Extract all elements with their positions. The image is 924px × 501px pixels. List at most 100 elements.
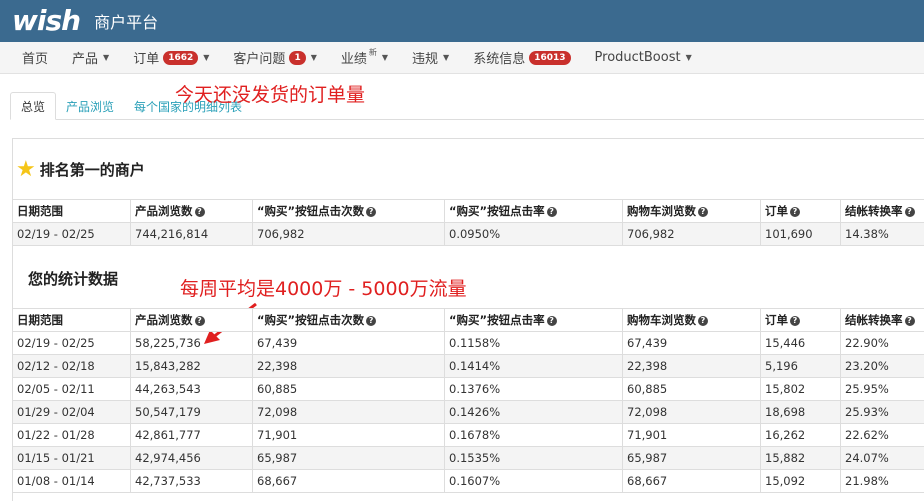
overview-tabs: 总览 产品浏览 每个国家的明细列表 [10, 92, 924, 120]
help-icon[interactable]: ? [904, 206, 915, 217]
nav-customer-issues[interactable]: 客户问题 1 ▼ [221, 42, 328, 74]
cell: 02/19 - 02/25 [12, 222, 131, 246]
cell: 706,982 [252, 222, 445, 246]
help-icon[interactable]: ? [698, 206, 708, 217]
cell: 42,861,777 [130, 423, 253, 447]
col-cart-views: 购物车浏览数? [622, 308, 761, 332]
cell: 5,196 [760, 354, 841, 378]
nav-performance[interactable]: 业绩 新 ▼ [329, 42, 400, 74]
caret-down-icon: ▼ [381, 53, 389, 62]
cell: 71,901 [622, 423, 761, 447]
cell: 0.1607% [444, 469, 623, 493]
table-row: 02/19 - 02/25 744,216,814 706,982 0.0950… [12, 222, 924, 246]
help-icon[interactable]: ? [904, 315, 915, 326]
cell: 0.1414% [444, 354, 623, 378]
cell: 0.0950% [444, 222, 623, 246]
cell: 02/12 - 02/18 [12, 354, 131, 378]
nav-violations[interactable]: 违规 ▼ [400, 42, 461, 74]
cell: 21.98% [840, 469, 924, 493]
cell: 101,690 [760, 222, 841, 246]
col-date-range: 日期范围 [12, 199, 131, 223]
your-stats-table: 日期范围 产品浏览数? “购买”按钮点击次数? “购买”按钮点击率? 购物车浏览… [12, 308, 924, 493]
tab-product-views[interactable]: 产品浏览 [56, 92, 124, 120]
nav-orders[interactable]: 订单 1662 ▼ [121, 42, 221, 74]
portal-title: 商户平台 [94, 13, 159, 32]
cell: 22,398 [252, 354, 445, 378]
nav-productboost[interactable]: ProductBoost ▼ [583, 42, 704, 74]
cell: 67,439 [622, 331, 761, 355]
cell: 0.1158% [444, 331, 623, 355]
nav-label: 首页 [22, 52, 49, 67]
table-row: 02/05 - 02/11 44,263,543 60,885 0.1376% … [12, 377, 924, 401]
caret-down-icon: ▼ [443, 53, 450, 62]
help-icon[interactable]: ? [194, 315, 205, 326]
orders-count-badge: 1662 [163, 50, 199, 65]
caret-down-icon: ▼ [310, 53, 317, 62]
help-icon[interactable]: ? [366, 206, 377, 217]
cell: 15,446 [760, 331, 841, 355]
cell: 0.1426% [444, 400, 623, 424]
table-row: 01/29 - 02/04 50,547,179 72,098 0.1426% … [12, 400, 924, 424]
help-icon[interactable]: ? [194, 206, 205, 217]
col-product-views: 产品浏览数? [130, 308, 253, 332]
cell: 60,885 [622, 377, 761, 401]
col-checkout-conversion: 结帐转换率? [840, 308, 924, 332]
star-icon: ★ [16, 157, 36, 182]
nav-label: 违规 [412, 52, 439, 67]
cell: 18,698 [760, 400, 841, 424]
cell: 22.62% [840, 423, 924, 447]
cell: 15,882 [760, 446, 841, 470]
cell: 0.1678% [444, 423, 623, 447]
col-orders: 订单? [760, 199, 841, 223]
help-icon[interactable]: ? [790, 206, 800, 217]
wish-logo[interactable]: wish [12, 0, 81, 42]
help-icon[interactable]: ? [698, 315, 708, 326]
cell: 23.20% [840, 354, 924, 378]
cell: 44,263,543 [130, 377, 253, 401]
cell: 01/29 - 02/04 [12, 400, 131, 424]
help-icon[interactable]: ? [366, 315, 377, 326]
col-product-views: 产品浏览数? [130, 199, 253, 223]
col-buy-clicks: “购买”按钮点击次数? [252, 199, 445, 223]
cell: 15,802 [760, 377, 841, 401]
col-cart-views: 购物车浏览数? [622, 199, 761, 223]
caret-down-icon: ▼ [103, 53, 110, 62]
col-checkout-conversion: 结帐转换率? [840, 199, 924, 223]
cell: 60,885 [252, 377, 445, 401]
cell: 01/22 - 01/28 [12, 423, 131, 447]
col-orders: 订单? [760, 308, 841, 332]
table-row: 02/19 - 02/25 58,225,736 67,439 0.1158% … [12, 331, 924, 355]
tab-overview[interactable]: 总览 [10, 92, 57, 120]
col-date-range: 日期范围 [12, 308, 131, 332]
help-icon[interactable]: ? [790, 315, 800, 326]
cell: 744,216,814 [130, 222, 253, 246]
cell: 22,398 [622, 354, 761, 378]
cell: 50,547,179 [130, 400, 253, 424]
nav-products[interactable]: 产品 ▼ [60, 42, 121, 74]
cell: 16,262 [760, 423, 841, 447]
help-icon[interactable]: ? [546, 315, 557, 326]
new-marker: 新 [368, 48, 377, 57]
section-title-text: 排名第一的商户 [39, 161, 145, 179]
main-nav: 首页 产品 ▼ 订单 1662 ▼ 客户问题 1 ▼ 业绩 新 ▼ 违规 ▼ 系… [0, 42, 924, 74]
cell: 0.1376% [444, 377, 623, 401]
cell: 706,982 [622, 222, 761, 246]
caret-down-icon: ▼ [685, 53, 692, 62]
top-merchant-title: ★ 排名第一的商户 [16, 157, 145, 182]
issues-count-badge: 1 [289, 50, 306, 65]
table-row: 01/08 - 01/14 42,737,533 68,667 0.1607% … [12, 469, 924, 493]
nav-label: 客户问题 [233, 52, 286, 67]
cell: 24.07% [840, 446, 924, 470]
help-icon[interactable]: ? [546, 206, 557, 217]
nav-label: 业绩 [340, 52, 367, 67]
annotation-weekly-traffic: 每周平均是4000万 - 5000万流量 [180, 278, 467, 300]
cell: 72,098 [252, 400, 445, 424]
nav-home[interactable]: 首页 [10, 42, 60, 74]
cell: 67,439 [252, 331, 445, 355]
cell: 02/19 - 02/25 [12, 331, 131, 355]
cell: 58,225,736 [130, 331, 253, 355]
nav-label: 系统信息 [473, 52, 526, 67]
nav-system-info[interactable]: 系统信息 16013 [461, 42, 582, 74]
cell: 25.93% [840, 400, 924, 424]
col-buy-clicks: “购买”按钮点击次数? [252, 308, 445, 332]
